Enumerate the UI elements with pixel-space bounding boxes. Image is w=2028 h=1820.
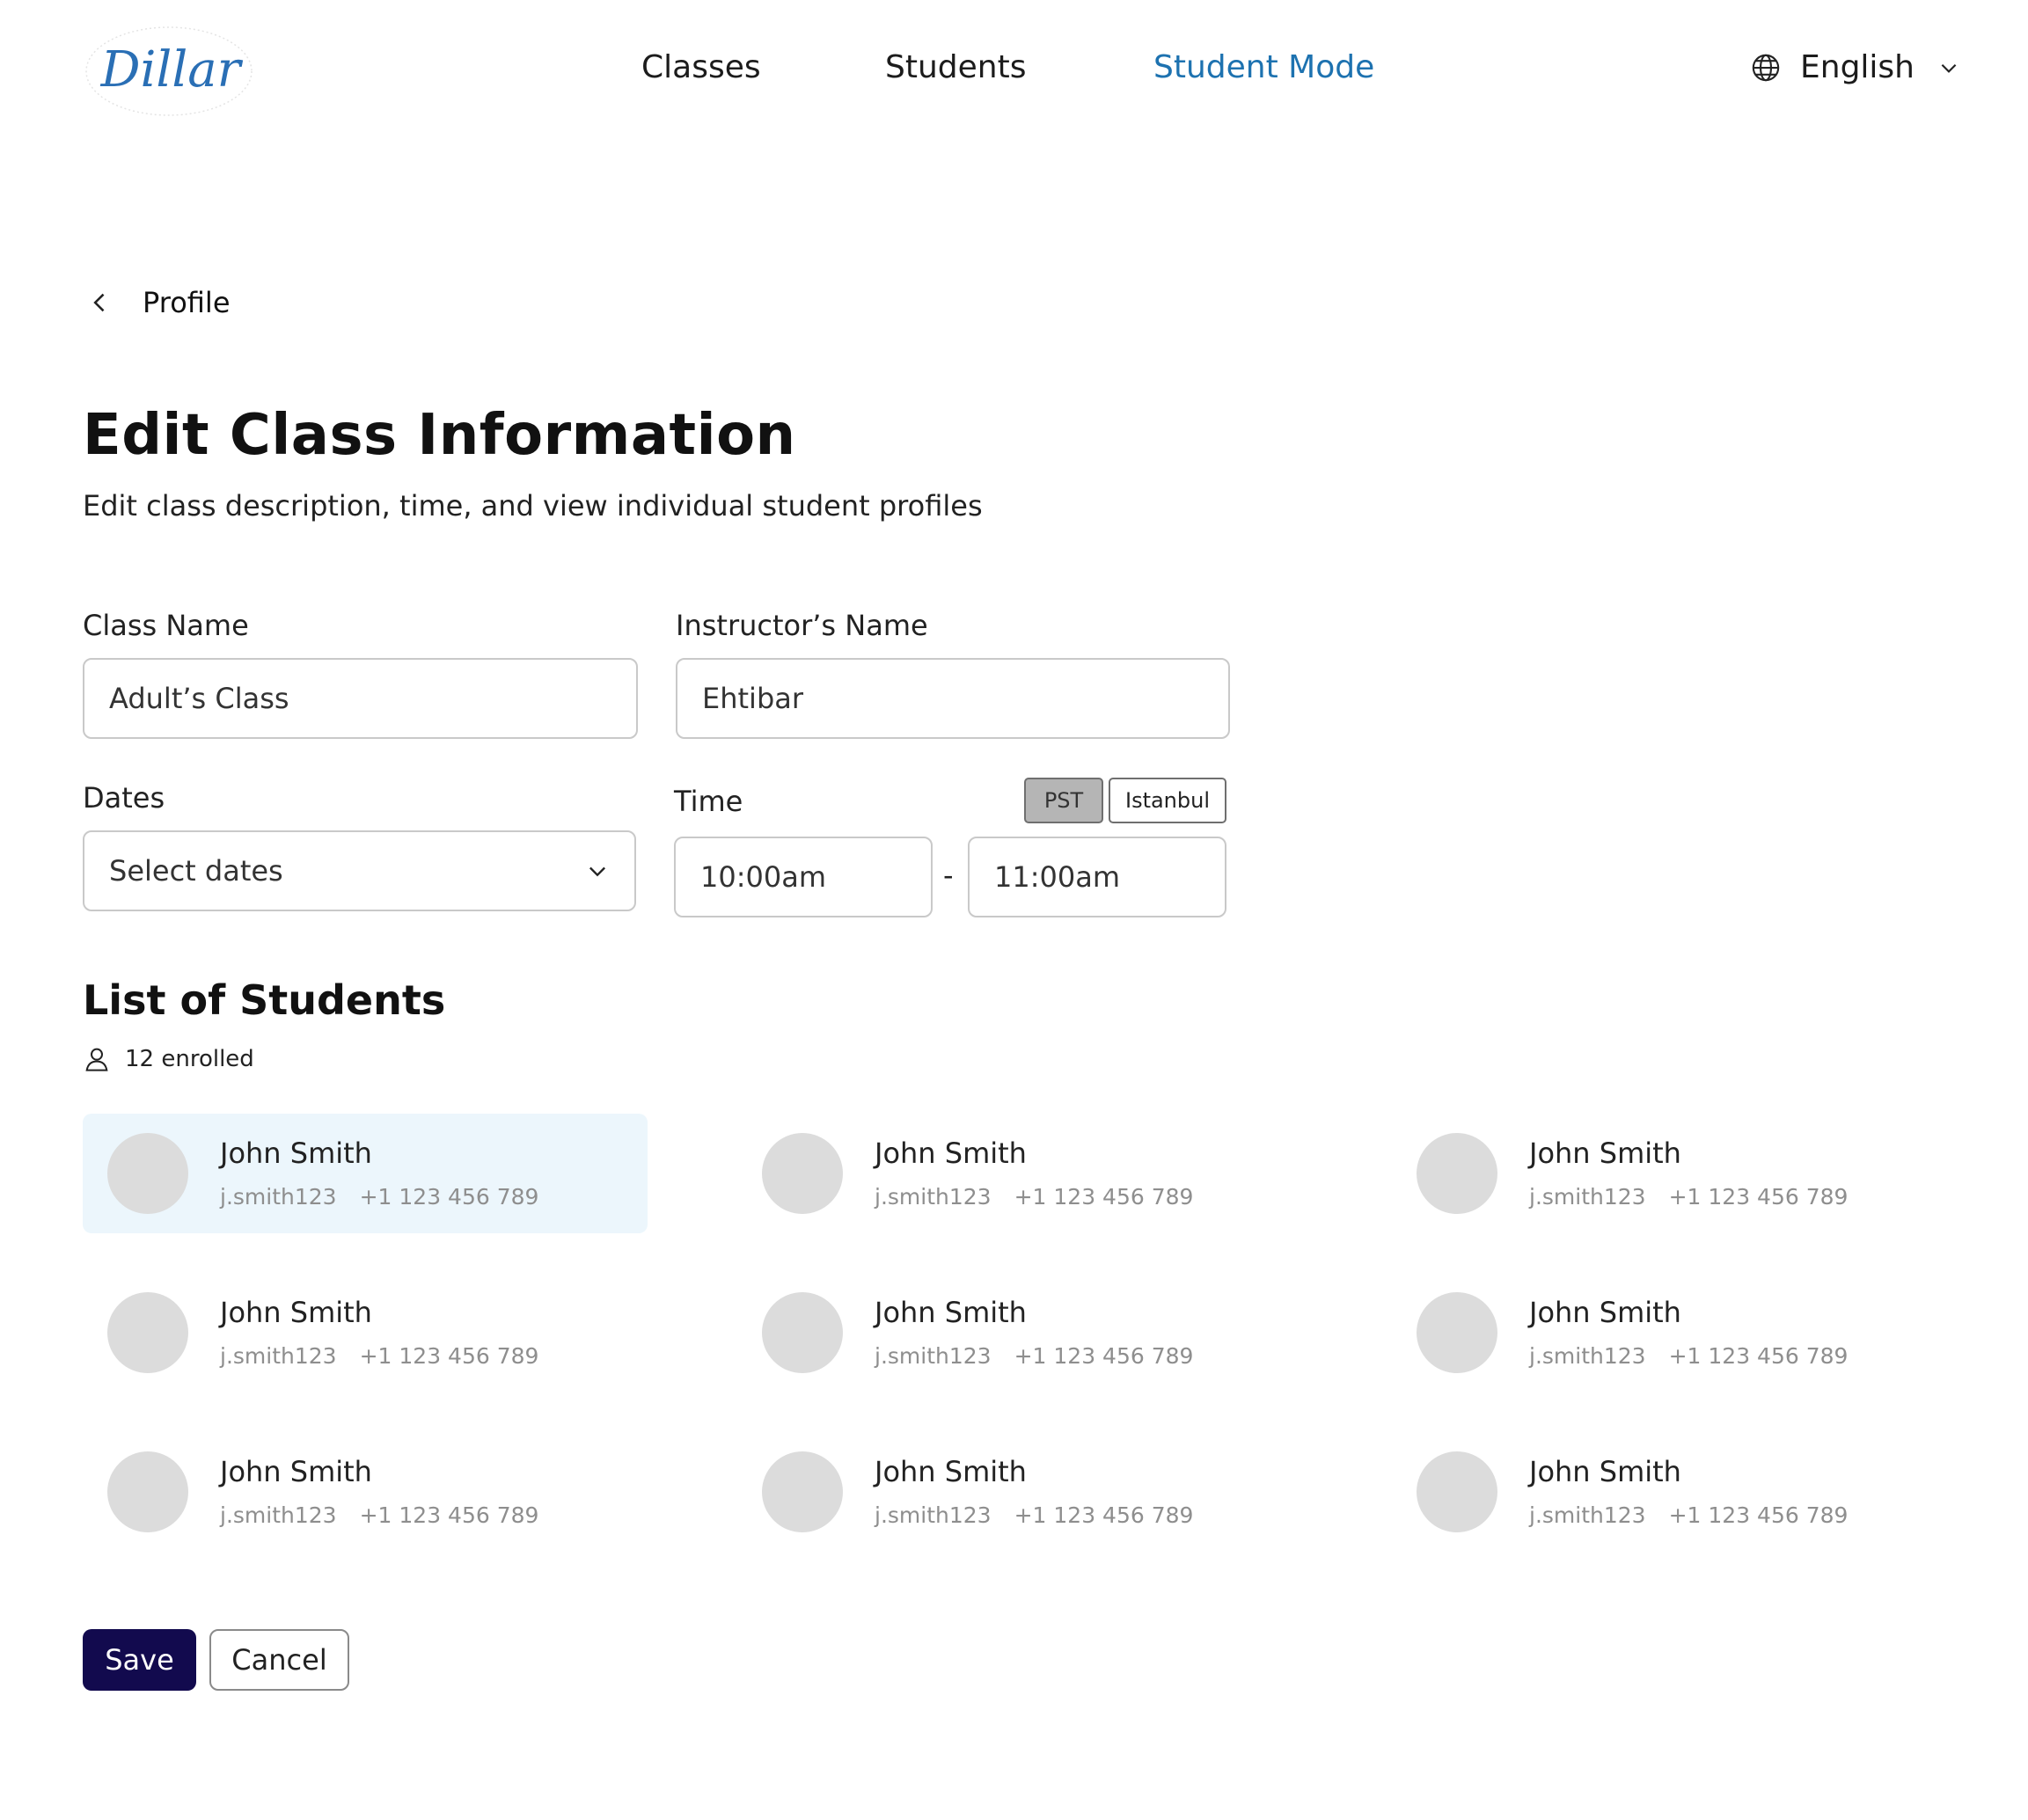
- breadcrumb-label: Profile: [143, 286, 231, 319]
- student-name: John Smith: [875, 1455, 1027, 1488]
- save-button[interactable]: Save: [83, 1629, 196, 1691]
- edit-class-page: Dillar Classes Students Student Mode Eng…: [0, 0, 2028, 1820]
- student-name: John Smith: [1529, 1296, 1681, 1329]
- nav-classes[interactable]: Classes: [641, 49, 761, 85]
- cancel-button[interactable]: Cancel: [209, 1629, 349, 1691]
- student-phone: +1 123 456 789: [1668, 1184, 1849, 1210]
- student-username: j.smith123: [875, 1184, 992, 1210]
- enrolled-label: 12 enrolled: [125, 1046, 254, 1072]
- student-username: j.smith123: [1529, 1343, 1646, 1369]
- chevron-down-icon: [589, 866, 605, 877]
- student-card[interactable]: John Smith j.smith123 +1 123 456 789: [737, 1432, 1302, 1552]
- globe-icon: [1752, 54, 1780, 81]
- dates-label: Dates: [83, 781, 165, 815]
- student-phone: +1 123 456 789: [1668, 1502, 1849, 1528]
- students-section-title: List of Students: [83, 976, 446, 1024]
- student-name: John Smith: [1529, 1455, 1681, 1488]
- student-card[interactable]: John Smith j.smith123 +1 123 456 789: [83, 1432, 648, 1552]
- student-card[interactable]: John Smith j.smith123 +1 123 456 789: [83, 1273, 648, 1392]
- instructor-name-input[interactable]: [676, 658, 1230, 739]
- student-username: j.smith123: [875, 1343, 992, 1369]
- dates-placeholder: Select dates: [109, 854, 283, 888]
- student-card[interactable]: John Smith j.smith123 +1 123 456 789: [1392, 1432, 1957, 1552]
- nav-student-mode[interactable]: Student Mode: [1153, 49, 1374, 85]
- user-icon: [85, 1048, 108, 1071]
- student-username: j.smith123: [220, 1184, 337, 1210]
- student-meta: j.smith123 +1 123 456 789: [220, 1184, 538, 1210]
- student-meta: j.smith123 +1 123 456 789: [1529, 1184, 1848, 1210]
- student-phone: +1 123 456 789: [359, 1184, 539, 1210]
- dates-select[interactable]: Select dates: [83, 830, 636, 911]
- student-card[interactable]: John Smith j.smith123 +1 123 456 789: [737, 1114, 1302, 1233]
- student-username: j.smith123: [1529, 1184, 1646, 1210]
- student-meta: j.smith123 +1 123 456 789: [220, 1343, 538, 1369]
- avatar: [107, 1133, 188, 1214]
- student-phone: +1 123 456 789: [359, 1343, 539, 1369]
- student-name: John Smith: [1529, 1137, 1681, 1170]
- student-name: John Smith: [875, 1296, 1027, 1329]
- student-meta: j.smith123 +1 123 456 789: [1529, 1502, 1848, 1528]
- student-phone: +1 123 456 789: [1014, 1502, 1194, 1528]
- student-username: j.smith123: [1529, 1502, 1646, 1528]
- student-card[interactable]: John Smith j.smith123 +1 123 456 789: [83, 1114, 648, 1233]
- avatar: [762, 1292, 843, 1373]
- student-meta: j.smith123 +1 123 456 789: [875, 1343, 1193, 1369]
- timezone-pst-button[interactable]: PST: [1024, 778, 1103, 823]
- student-name: John Smith: [220, 1137, 372, 1170]
- student-username: j.smith123: [220, 1502, 337, 1528]
- student-meta: j.smith123 +1 123 456 789: [875, 1502, 1193, 1528]
- instructor-name-label: Instructor’s Name: [676, 609, 928, 642]
- student-card[interactable]: John Smith j.smith123 +1 123 456 789: [1392, 1114, 1957, 1233]
- avatar: [762, 1133, 843, 1214]
- student-username: j.smith123: [220, 1343, 337, 1369]
- chevron-down-icon: [1941, 63, 1957, 73]
- avatar: [1417, 1292, 1497, 1373]
- student-name: John Smith: [220, 1455, 372, 1488]
- student-name: John Smith: [875, 1137, 1027, 1170]
- time-label: Time: [674, 785, 743, 818]
- avatar: [1417, 1451, 1497, 1532]
- student-phone: +1 123 456 789: [1014, 1184, 1194, 1210]
- student-phone: +1 123 456 789: [1014, 1343, 1194, 1369]
- student-card[interactable]: John Smith j.smith123 +1 123 456 789: [1392, 1273, 1957, 1392]
- enrolled-count: 12 enrolled: [83, 1045, 254, 1073]
- student-phone: +1 123 456 789: [1668, 1343, 1849, 1369]
- start-time-input[interactable]: [674, 837, 933, 917]
- student-username: j.smith123: [875, 1502, 992, 1528]
- avatar: [762, 1451, 843, 1532]
- nav-students[interactable]: Students: [885, 49, 1026, 85]
- student-name: John Smith: [220, 1296, 372, 1329]
- student-meta: j.smith123 +1 123 456 789: [875, 1184, 1193, 1210]
- student-meta: j.smith123 +1 123 456 789: [220, 1502, 538, 1528]
- student-meta: j.smith123 +1 123 456 789: [1529, 1343, 1848, 1369]
- language-label: English: [1800, 49, 1915, 85]
- avatar: [107, 1292, 188, 1373]
- logo-text: Dillar: [100, 41, 244, 99]
- time-separator: -: [943, 859, 954, 892]
- page-title: Edit Class Information: [83, 403, 796, 468]
- language-selector[interactable]: English: [1751, 49, 1960, 85]
- chevron-left-icon: [93, 293, 105, 312]
- class-name-input[interactable]: [83, 658, 638, 739]
- breadcrumb[interactable]: Profile: [88, 286, 231, 319]
- dillar-logo[interactable]: Dillar: [83, 23, 255, 120]
- end-time-input[interactable]: [968, 837, 1226, 917]
- timezone-istanbul-button[interactable]: Istanbul: [1109, 778, 1226, 823]
- class-name-label: Class Name: [83, 609, 249, 642]
- avatar: [1417, 1133, 1497, 1214]
- student-phone: +1 123 456 789: [359, 1502, 539, 1528]
- student-card[interactable]: John Smith j.smith123 +1 123 456 789: [737, 1273, 1302, 1392]
- page-subtitle: Edit class description, time, and view i…: [83, 489, 983, 523]
- avatar: [107, 1451, 188, 1532]
